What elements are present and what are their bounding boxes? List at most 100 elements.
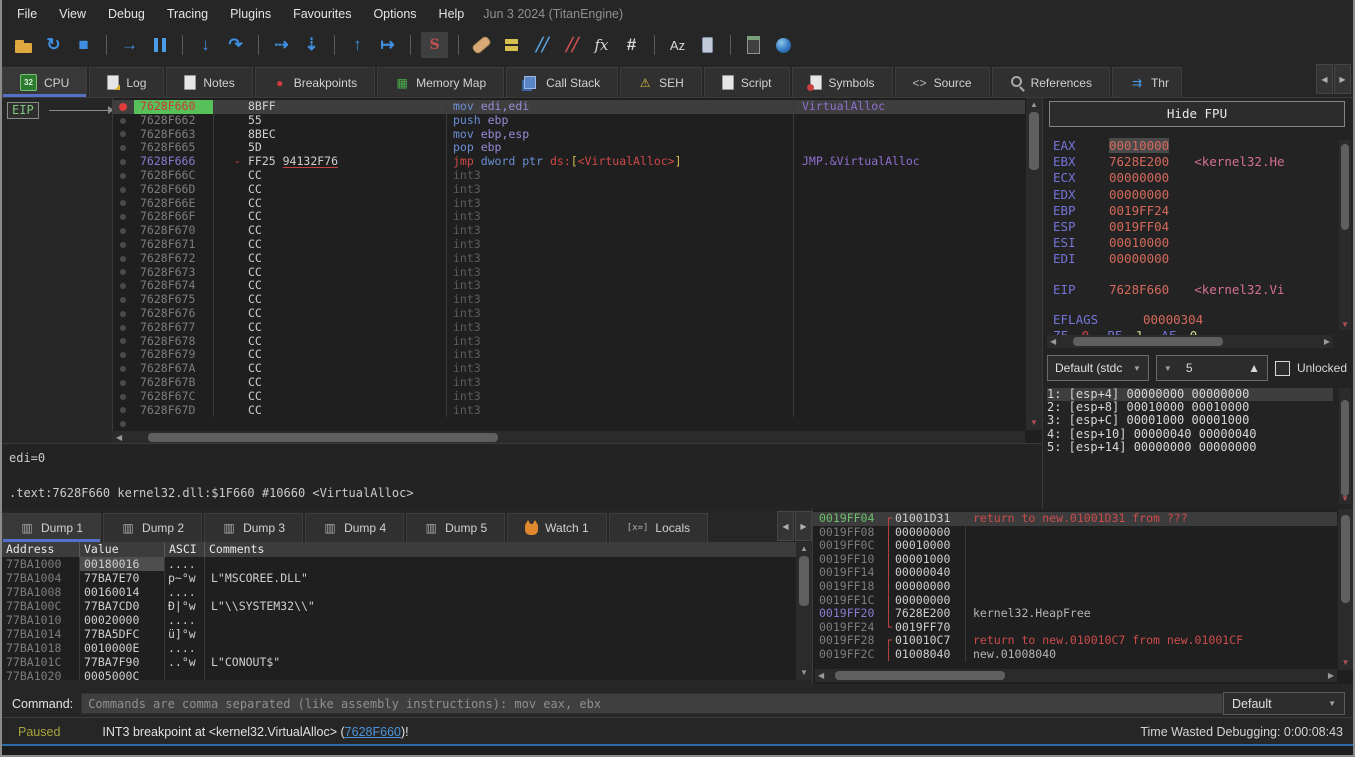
registers-hscrollbar[interactable]: ◀ ▶ (1047, 335, 1333, 348)
register-row[interactable]: EBX7628E200<kernel32.He (1053, 154, 1333, 170)
stack-hscrollbar[interactable]: ◀ ▶ (815, 669, 1337, 682)
dump-tab-dump-4[interactable]: ▥Dump 4 (305, 513, 404, 542)
disasm-row[interactable]: 7628F675 CCint3 (112, 293, 1025, 307)
tab-call-stack[interactable]: Call Stack (506, 67, 618, 97)
step-into-icon[interactable]: ↓ (192, 32, 219, 58)
highlight-icon[interactable]: ╱╱ (558, 32, 585, 58)
dump-tab-dump-5[interactable]: ▥Dump 5 (406, 513, 505, 542)
row-dot[interactable] (120, 173, 126, 179)
disasm-row[interactable]: 7628F677 CCint3 (112, 321, 1025, 335)
stack-row[interactable]: 0019FF10│00001000 (813, 553, 1337, 567)
disasm-row[interactable]: 7628F66D CCint3 (112, 183, 1025, 197)
dump-tab-watch-1[interactable]: Watch 1 (507, 513, 607, 542)
internet-globe-icon[interactable] (770, 32, 797, 58)
row-dot[interactable] (120, 366, 126, 372)
disasm-row[interactable]: 7628F679 CCint3 (112, 348, 1025, 362)
register-row[interactable]: EFLAGS00000304 (1053, 312, 1333, 328)
tab-seh[interactable]: ⚠SEH (620, 67, 702, 97)
row-dot[interactable] (120, 118, 126, 124)
dump-row[interactable]: 77BA101C77BA7F90..°wL"CONOUT$" (2, 655, 796, 669)
stack-row[interactable]: 0019FF08│00000000 (813, 526, 1337, 540)
row-dot[interactable] (120, 407, 126, 413)
dump-header-address[interactable]: Address (2, 542, 80, 557)
function-fx-icon[interactable]: fx (588, 32, 615, 58)
disasm-row[interactable]: 7628F674 CCint3 (112, 279, 1025, 293)
row-dot[interactable] (120, 200, 126, 206)
register-row[interactable]: ESI00010000 (1053, 235, 1333, 251)
dump-tab-dump-3[interactable]: ▥Dump 3 (204, 513, 303, 542)
calculator-icon[interactable] (740, 32, 767, 58)
dump-tab-dump-2[interactable]: ▥Dump 2 (103, 513, 202, 542)
unlocked-checkbox[interactable] (1275, 361, 1290, 376)
spinner-down-icon[interactable]: ▼ (1164, 364, 1172, 373)
disasm-row[interactable]: 7628F663 8BECmov ebp,esp (112, 128, 1025, 142)
label-icon[interactable]: ╱╱ (528, 32, 555, 58)
row-dot[interactable] (120, 352, 126, 358)
stack-row[interactable]: 0019FF20│7628E200kernel32.HeapFree (813, 607, 1337, 621)
row-dot[interactable] (120, 325, 126, 331)
tab-script[interactable]: Script (704, 67, 790, 97)
disassembly-vscrollbar[interactable]: ▲ ▼ (1026, 98, 1042, 430)
stack-row[interactable]: 0019FF28┌010010C7return to new.010010C7 … (813, 634, 1337, 648)
dump-row[interactable]: 77BA100000180016.... (2, 557, 796, 571)
tab-references[interactable]: References (992, 67, 1110, 97)
disasm-row[interactable]: 7628F676 CCint3 (112, 307, 1025, 321)
stack-row[interactable]: 0019FF2C│01008040new.01008040 (813, 648, 1337, 662)
disasm-row[interactable]: 7628F67C CCint3 (112, 390, 1025, 404)
register-row[interactable]: EDI00000000 (1053, 251, 1333, 267)
patch-icon[interactable] (468, 32, 495, 58)
dump-row[interactable]: 77BA100800160014.... (2, 585, 796, 599)
dump-row[interactable]: 77BA10180010000E.... (2, 641, 796, 655)
argument-row[interactable]: 4: [esp+10] 00000040 00000040 (1047, 428, 1333, 441)
disasm-row[interactable]: 7628F66C CCint3 (112, 169, 1025, 183)
disasm-row[interactable]: 7628F678 CCint3 (112, 335, 1025, 349)
menu-file[interactable]: File (6, 3, 48, 25)
execute-till-return-icon[interactable]: ↑ (344, 32, 371, 58)
disasm-row[interactable]: 7628F66F CCint3 (112, 210, 1025, 224)
dump-tab-scroll-icon[interactable]: ◀ (777, 511, 794, 541)
breakpoint-dot[interactable] (119, 103, 127, 111)
stack-row[interactable]: 0019FF04┌01001D31return to new.01001D31 … (813, 512, 1337, 526)
hide-fpu-button[interactable]: Hide FPU (1049, 101, 1345, 127)
register-row[interactable]: EAX00010000 (1053, 138, 1333, 154)
tab-breakpoints[interactable]: ●Breakpoints (255, 67, 375, 97)
step-over-icon[interactable]: ↷ (222, 32, 249, 58)
menu-favourites[interactable]: Favourites (282, 3, 362, 25)
dump-tab-scroll-icon[interactable]: ▶ (795, 511, 812, 541)
menu-help[interactable]: Help (428, 3, 476, 25)
trace-hash-icon[interactable]: # (618, 32, 645, 58)
dump-tab-locals[interactable]: [x=]Locals (609, 513, 708, 542)
disasm-row[interactable]: 7628F672 CCint3 (112, 252, 1025, 266)
row-dot[interactable] (120, 131, 126, 137)
command-input[interactable] (81, 693, 1223, 714)
row-dot[interactable] (120, 228, 126, 234)
comment-icon[interactable] (498, 32, 525, 58)
tab-cpu[interactable]: 32CPU (2, 67, 87, 97)
assemble-az-icon[interactable]: Az (664, 32, 691, 58)
arguments-vscrollbar[interactable]: ▼ (1339, 388, 1351, 504)
skip-next-instruction-icon[interactable]: S (420, 31, 449, 59)
stop-icon[interactable]: ■ (70, 32, 97, 58)
row-dot[interactable] (120, 297, 126, 303)
argument-row[interactable]: 5: [esp+14] 00000000 00000000 (1047, 441, 1333, 454)
stack-row[interactable]: 0019FF18│00000000 (813, 580, 1337, 594)
row-dot[interactable] (120, 394, 126, 400)
row-dot[interactable] (120, 269, 126, 275)
pause-icon[interactable] (146, 32, 173, 58)
dump-row[interactable]: 77BA100477BA7E70p~°wL"MSCOREE.DLL" (2, 571, 796, 585)
row-dot[interactable] (120, 311, 126, 317)
disasm-row[interactable]: 7628F67B CCint3 (112, 376, 1025, 390)
disasm-row[interactable]: 7628F67D CCint3 (112, 404, 1025, 418)
disasm-row[interactable]: 7628F673 CCint3 (112, 266, 1025, 280)
tab-source[interactable]: <>Source (895, 67, 990, 97)
row-dot[interactable] (120, 256, 126, 262)
argument-row[interactable]: 3: [esp+C] 00001000 00001000 (1047, 414, 1333, 427)
argument-count-spinner[interactable]: ▼ 5 ▲ (1156, 355, 1268, 381)
registers-vscrollbar[interactable]: ▼ (1339, 140, 1351, 330)
animate-into-icon[interactable]: ⇢ (268, 32, 295, 58)
register-row[interactable]: ESP0019FF04 (1053, 219, 1333, 235)
menu-options[interactable]: Options (362, 3, 427, 25)
register-row[interactable]: ECX00000000 (1053, 170, 1333, 186)
run-to-user-code-icon[interactable]: ↦ (374, 32, 401, 58)
tab-thr[interactable]: ⇉Thr (1112, 67, 1182, 97)
